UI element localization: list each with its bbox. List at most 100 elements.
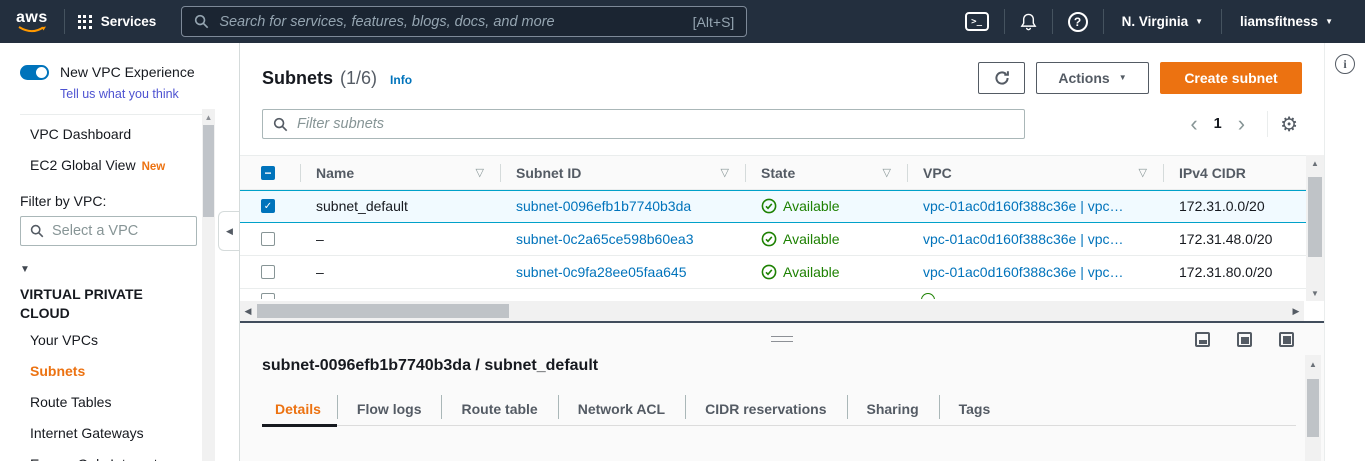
sort-icon[interactable]: ▽: [883, 166, 891, 179]
cell-subnet-id-link[interactable]: subnet-0c9fa28ee05faa645: [500, 264, 745, 280]
scroll-up-icon[interactable]: ▲: [202, 109, 215, 122]
column-header-name[interactable]: Name ▽: [300, 156, 500, 189]
panel-scrollbar-thumb[interactable]: [1307, 379, 1319, 437]
row-checkbox[interactable]: [261, 232, 275, 246]
select-all-checkbox[interactable]: −: [261, 166, 275, 180]
tab-route-table[interactable]: Route table: [441, 392, 557, 426]
scroll-left-icon[interactable]: ◀: [240, 306, 256, 317]
help-button[interactable]: ?: [1053, 12, 1103, 32]
vpc-filter-input[interactable]: [52, 223, 172, 239]
scroll-up-icon[interactable]: ▲: [1306, 155, 1324, 168]
ec2-global-view-label: EC2 Global View: [30, 157, 136, 173]
tab-flow-logs[interactable]: Flow logs: [337, 392, 442, 426]
cell-state: Available: [745, 264, 907, 280]
refresh-icon: [994, 70, 1010, 86]
column-header-ipv4-cidr[interactable]: IPv4 CIDR: [1163, 156, 1306, 189]
cell-vpc-link[interactable]: vpc-01ac0d160f388c36e | vpc…: [907, 198, 1163, 214]
panel-scrollbar[interactable]: ▲: [1305, 355, 1321, 461]
top-navigation-bar: aws Services [Alt+S] >_ ?: [0, 0, 1365, 43]
column-header-state[interactable]: State ▽: [745, 156, 907, 189]
row-checkbox[interactable]: [261, 265, 275, 279]
region-selector[interactable]: N. Virginia ▼: [1104, 14, 1221, 29]
layout-full-button[interactable]: [1279, 332, 1294, 347]
sort-icon[interactable]: ▽: [721, 166, 729, 179]
detail-panel-title: subnet-0096efb1b7740b3da / subnet_defaul…: [240, 323, 1324, 375]
notifications-button[interactable]: [1005, 12, 1052, 31]
chevron-down-icon: ▼: [1195, 18, 1203, 26]
previous-page-button[interactable]: ‹: [1180, 114, 1207, 134]
new-vpc-experience-toggle[interactable]: [20, 65, 49, 80]
help-panel-rail: i: [1324, 43, 1365, 461]
vertical-scrollbar-thumb[interactable]: [1308, 177, 1322, 257]
tab-details[interactable]: Details: [262, 392, 337, 426]
aws-logo[interactable]: aws: [16, 11, 48, 33]
global-search-box[interactable]: [Alt+S]: [181, 6, 747, 37]
layout-bottom-small-button[interactable]: [1195, 332, 1210, 347]
sidebar: New VPC Experience Tell us what you thin…: [0, 43, 240, 461]
sidebar-scrollbar-thumb[interactable]: [203, 125, 214, 217]
sidebar-scrollbar[interactable]: ▲: [202, 109, 215, 461]
collapse-left-icon: ◀: [226, 226, 233, 237]
detail-tabs: Details Flow logs Route table Network AC…: [262, 392, 1302, 426]
sort-icon[interactable]: ▽: [476, 166, 484, 179]
next-page-button[interactable]: ›: [1228, 114, 1255, 134]
horizontal-scrollbar[interactable]: ◀ ▶: [240, 301, 1304, 321]
chevron-down-icon: ▼: [1119, 74, 1127, 82]
layout-bottom-half-button[interactable]: [1237, 332, 1252, 347]
cell-subnet-id-link[interactable]: subnet-0c2a65ce598b60ea3: [500, 231, 745, 247]
scroll-up-icon[interactable]: ▲: [1305, 355, 1321, 369]
table-row[interactable]: ✓ subnet_default subnet-0096efb1b7740b3d…: [240, 190, 1306, 223]
table-row[interactable]: – subnet-0c9fa28ee05faa645 Available vpc…: [240, 256, 1306, 289]
vpc-filter-select[interactable]: [20, 216, 197, 246]
scroll-right-icon[interactable]: ▶: [1288, 306, 1304, 317]
column-label: Name: [316, 165, 354, 181]
new-badge: New: [142, 161, 166, 173]
filter-subnets-box[interactable]: [262, 109, 1025, 139]
tab-cidr-reservations[interactable]: CIDR reservations: [685, 392, 846, 426]
available-check-icon: [761, 231, 777, 247]
cell-vpc-link[interactable]: vpc-01ac0d160f388c36e | vpc…: [907, 264, 1163, 280]
info-link[interactable]: Info: [390, 70, 412, 87]
new-vpc-experience-label: New VPC Experience: [60, 64, 195, 80]
column-label: State: [761, 165, 795, 181]
actions-button[interactable]: Actions ▼: [1036, 62, 1149, 94]
feedback-link[interactable]: Tell us what you think: [60, 87, 239, 101]
services-grid-icon: [78, 15, 92, 29]
scroll-down-icon[interactable]: ▼: [1306, 289, 1324, 298]
column-header-vpc[interactable]: VPC ▽: [907, 156, 1163, 189]
account-menu[interactable]: liamsfitness ▼: [1222, 14, 1351, 29]
services-label: Services: [101, 14, 157, 29]
state-label: Available: [783, 264, 840, 280]
region-label: N. Virginia: [1122, 14, 1189, 29]
state-label: Available: [783, 198, 840, 214]
refresh-button[interactable]: [978, 62, 1025, 94]
cell-vpc-link[interactable]: vpc-01ac0d160f388c36e | vpc…: [907, 231, 1163, 247]
indeterminate-icon: −: [264, 166, 271, 180]
services-menu-button[interactable]: Services: [65, 14, 170, 29]
global-search-input[interactable]: [219, 14, 682, 30]
sidebar-collapse-button[interactable]: ◀: [218, 211, 240, 251]
panel-drag-handle[interactable]: [771, 336, 793, 342]
column-header-subnet-id[interactable]: Subnet ID ▽: [500, 156, 745, 189]
tab-network-acl[interactable]: Network ACL: [558, 392, 685, 426]
tab-sharing[interactable]: Sharing: [847, 392, 939, 426]
page-title: Subnets: [262, 68, 333, 89]
info-icon[interactable]: i: [1335, 54, 1355, 74]
cell-name: subnet_default: [300, 198, 500, 214]
cell-subnet-id-link[interactable]: subnet-0096efb1b7740b3da: [500, 198, 745, 214]
filter-subnets-input[interactable]: [297, 116, 1014, 132]
cloudshell-terminal-icon: >_: [965, 12, 989, 31]
tab-tags[interactable]: Tags: [939, 392, 1011, 426]
sort-icon[interactable]: ▽: [1139, 166, 1147, 179]
create-subnet-button[interactable]: Create subnet: [1160, 62, 1302, 94]
main-content: Subnets (1/6) Info Actions ▼ Create subn…: [240, 43, 1324, 461]
column-label: VPC: [923, 165, 952, 181]
account-label: liamsfitness: [1240, 14, 1318, 29]
table-row[interactable]: – subnet-0c2a65ce598b60ea3 Available vpc…: [240, 223, 1306, 256]
horizontal-scrollbar-thumb[interactable]: [257, 304, 509, 318]
cloudshell-button[interactable]: >_: [950, 12, 1004, 31]
row-checkbox[interactable]: ✓: [261, 199, 275, 213]
vertical-scrollbar[interactable]: ▲ ▼: [1306, 155, 1324, 301]
search-shortcut-hint: [Alt+S]: [693, 14, 735, 30]
table-settings-gear-icon[interactable]: ⚙: [1280, 112, 1302, 137]
